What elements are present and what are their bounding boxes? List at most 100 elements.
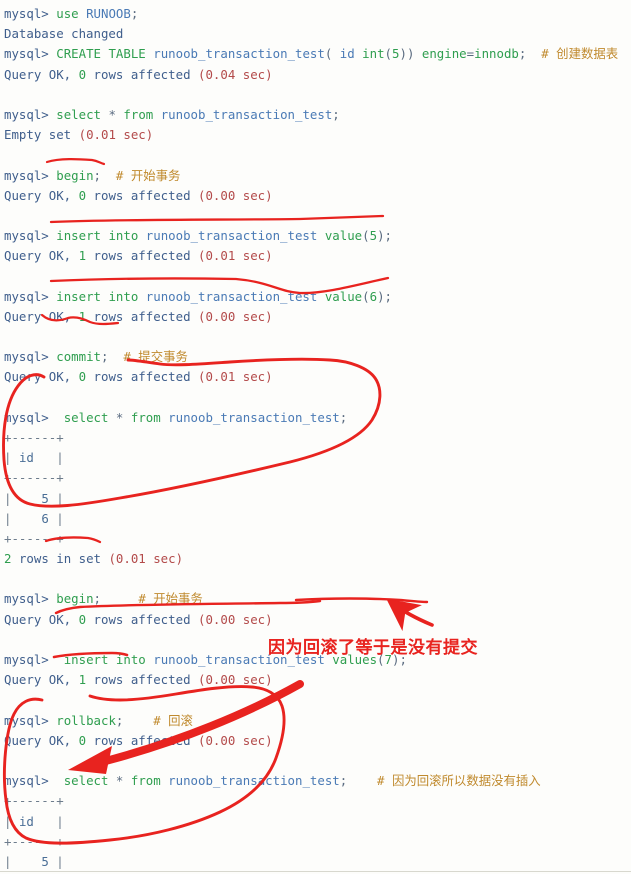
shell-prompt: mysql> bbox=[4, 773, 49, 789]
terminal-line: mysql> commit; # 提交事务 bbox=[4, 349, 188, 365]
query-status: Query OK, bbox=[4, 187, 72, 203]
affected-label: rows affected bbox=[93, 732, 191, 748]
terminal-line: mysql> begin; # 开始事务 bbox=[4, 167, 181, 183]
status-text: Database changed bbox=[4, 26, 124, 42]
terminal-line: Empty set (0.01 sec) bbox=[4, 125, 631, 145]
affected-count: 1 bbox=[78, 248, 87, 264]
shell-prompt: mysql> bbox=[4, 228, 49, 244]
terminal-line: mysql> insert into runoob_transaction_te… bbox=[4, 288, 392, 304]
affected-label: rows affected bbox=[93, 187, 191, 203]
mysql-terminal-screenshot: mysql> use RUNOOB; Database changed mysql>… bbox=[0, 0, 631, 874]
query-time: (0.00 sec) bbox=[198, 308, 273, 324]
shell-prompt: mysql> bbox=[4, 409, 49, 425]
affected-count: 0 bbox=[78, 732, 87, 748]
query-status: Query OK, bbox=[4, 66, 72, 82]
inline-comment: # 开始事务 bbox=[101, 167, 181, 183]
affected-count: 1 bbox=[78, 672, 87, 688]
query-status: Query OK, bbox=[4, 611, 72, 627]
query-time: (0.01 sec) bbox=[78, 127, 154, 143]
query-time: (0.00 sec) bbox=[198, 187, 273, 203]
affected-count: 0 bbox=[78, 66, 87, 82]
terminal-line: Query OK, 1 rows affected (0.00 sec) bbox=[4, 307, 631, 327]
shell-prompt: mysql> bbox=[4, 712, 49, 728]
terminal-line: mysql> select * from runoob_transaction_… bbox=[4, 773, 541, 789]
inline-comment: # 因为回滚所以数据没有插入 bbox=[347, 773, 541, 789]
affected-label: rows affected bbox=[93, 248, 191, 264]
terminal-line: mysql> rollback; # 回滚 bbox=[4, 712, 193, 728]
result-table-row: | 6 | bbox=[4, 510, 64, 526]
row-count: 2 bbox=[4, 551, 12, 567]
affected-label: rows affected bbox=[93, 611, 191, 627]
result-table-row: | 5 | bbox=[4, 490, 64, 506]
result-table-rule: +------+ bbox=[4, 429, 64, 445]
terminal-line: 2 rows in set (0.01 sec) bbox=[4, 549, 631, 569]
affected-label: rows affected bbox=[93, 66, 191, 82]
terminal-line: mysql> CREATE TABLE runoob_transaction_t… bbox=[4, 46, 619, 62]
terminal-line: mysql> use RUNOOB; bbox=[4, 6, 139, 21]
query-time: (0.01 sec) bbox=[198, 248, 273, 264]
affected-count: 0 bbox=[78, 187, 87, 203]
terminal-line: Database changed bbox=[4, 24, 631, 44]
terminal-line: Query OK, 0 rows affected (0.00 sec) bbox=[4, 186, 631, 206]
query-time: (0.04 sec) bbox=[198, 66, 273, 82]
affected-label: rows affected bbox=[93, 369, 191, 385]
terminal-line: Query OK, 0 rows affected (0.00 sec) bbox=[4, 731, 631, 751]
query-time: (0.00 sec) bbox=[198, 732, 273, 748]
terminal-line: Query OK, 0 rows affected (0.01 sec) bbox=[4, 367, 631, 387]
result-table-rule: +------+ bbox=[4, 470, 64, 486]
shell-prompt: mysql> bbox=[4, 106, 49, 122]
result-table-rule: +------+ bbox=[4, 530, 64, 546]
shell-prompt: mysql> bbox=[4, 46, 49, 62]
query-time: (0.00 sec) bbox=[198, 672, 273, 688]
shell-prompt: mysql> bbox=[4, 652, 49, 667]
terminal-line: mysql> begin; # 开始事务 bbox=[4, 591, 203, 607]
shell-prompt: mysql> bbox=[4, 591, 49, 607]
inline-comment: # 回滚 bbox=[123, 712, 193, 728]
query-status: Query OK, bbox=[4, 732, 72, 748]
terminal-line: Query OK, 1 rows affected (0.01 sec) bbox=[4, 246, 631, 266]
affected-label: rows affected bbox=[93, 672, 191, 688]
query-status: Query OK, bbox=[4, 369, 72, 385]
affected-count: 1 bbox=[78, 308, 87, 324]
query-status: Query OK, bbox=[4, 672, 72, 688]
result-table-row: | 5 | bbox=[4, 853, 64, 869]
terminal-line: mysql> insert into runoob_transaction_te… bbox=[4, 228, 392, 244]
affected-count: 0 bbox=[78, 611, 87, 627]
row-count-label: rows in set bbox=[18, 551, 101, 567]
bottom-divider bbox=[0, 871, 631, 872]
query-time: (0.00 sec) bbox=[198, 611, 273, 627]
terminal-output[interactable]: mysql> use RUNOOB; Database changed mysql>… bbox=[0, 0, 631, 874]
terminal-line: mysql> select * from runoob_transaction_… bbox=[4, 409, 348, 425]
result-table-header: | id | bbox=[4, 813, 64, 829]
result-table-rule: +------+ bbox=[4, 793, 64, 809]
query-time: (0.01 sec) bbox=[108, 551, 184, 567]
result-table-header: | id | bbox=[4, 450, 64, 466]
inline-comment: # 创建数据表 bbox=[526, 46, 619, 62]
shell-prompt: mysql> bbox=[4, 6, 49, 21]
terminal-line: Query OK, 1 rows affected (0.00 sec) bbox=[4, 670, 631, 690]
shell-prompt: mysql> bbox=[4, 167, 49, 183]
terminal-line: Query OK, 0 rows affected (0.00 sec) bbox=[4, 610, 631, 630]
affected-count: 0 bbox=[78, 369, 87, 385]
query-status: Query OK, bbox=[4, 308, 72, 324]
affected-label: rows affected bbox=[93, 308, 191, 324]
query-time: (0.01 sec) bbox=[198, 369, 273, 385]
terminal-line: Query OK, 0 rows affected (0.04 sec) bbox=[4, 65, 631, 85]
empty-set-label: Empty set bbox=[4, 127, 72, 143]
inline-comment: # 提交事务 bbox=[108, 349, 188, 365]
annotation-note-rollback: 因为回滚了等于是没有提交 bbox=[268, 638, 478, 658]
terminal-line: mysql> select * from runoob_transaction_… bbox=[4, 106, 340, 122]
shell-prompt: mysql> bbox=[4, 349, 49, 365]
shell-prompt: mysql> bbox=[4, 288, 49, 304]
query-status: Query OK, bbox=[4, 248, 72, 264]
inline-comment: # 开始事务 bbox=[101, 591, 203, 607]
